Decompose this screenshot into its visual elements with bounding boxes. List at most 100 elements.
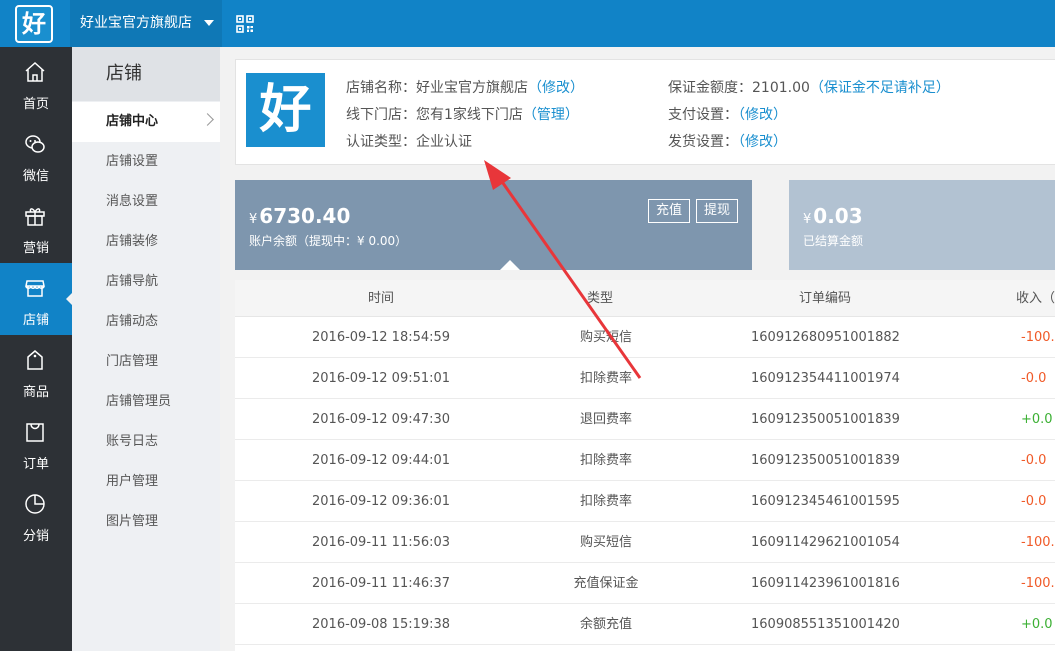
store-switcher-label: 好业宝官方旗舰店: [80, 15, 192, 31]
nav-item-marketing[interactable]: 营销: [0, 191, 72, 263]
nav-item-store[interactable]: 店铺: [0, 263, 72, 335]
subnav-title: 店铺: [72, 47, 220, 101]
edit-payment-link[interactable]: （修改）: [738, 107, 787, 123]
cell-income: -0.0: [1021, 371, 1047, 386]
cell-type: 扣除费率: [579, 453, 632, 468]
top-up-deposit-link[interactable]: （保证金不足请补足）: [810, 80, 950, 96]
edit-store-name-link[interactable]: （修改）: [528, 80, 584, 96]
store-name-value: 好业宝官方旗舰店: [416, 80, 528, 96]
offline-store-value: 您有1家线下门店: [416, 107, 523, 123]
qr-code-icon[interactable]: [236, 15, 254, 33]
cert-type-value: 企业认证: [416, 134, 472, 150]
nav-item-wechat[interactable]: 微信: [0, 119, 72, 191]
main-content: 好 店铺名称：好业宝官方旗舰店（修改） 线下门店：您有1家线下门店（管理） 认证…: [220, 47, 1055, 651]
nav-item-label: 订单: [22, 457, 49, 472]
cell-type: 购买短信: [579, 535, 632, 550]
cell-type: 扣除费率: [579, 371, 632, 386]
subnav-item-outlet-management[interactable]: 门店管理: [72, 342, 220, 382]
store-info-card: 好 店铺名称：好业宝官方旗舰店（修改） 线下门店：您有1家线下门店（管理） 认证…: [235, 59, 1055, 165]
column-header-income: 收入（元: [1016, 291, 1055, 306]
gift-icon: [25, 208, 45, 226]
column-header-time: 时间: [368, 291, 395, 306]
app-logo[interactable]: 好: [15, 5, 53, 43]
subnav-item-account-log[interactable]: 账号日志: [72, 422, 220, 462]
order-icon: [26, 423, 44, 442]
deposit-value: 2101.00: [752, 80, 810, 96]
subnav-item-store-decoration[interactable]: 店铺装修: [72, 222, 220, 262]
subnav-item-store-news[interactable]: 店铺动态: [72, 302, 220, 342]
subnav-item-label: 门店管理: [106, 354, 159, 369]
table-row: 2016-09-08 15:19:38 余额充值 16090855135100142…: [235, 604, 1055, 645]
currency-symbol: ¥: [249, 212, 258, 227]
nav-item-label: 首页: [22, 97, 49, 112]
cert-type-row: 认证类型：企业认证: [346, 131, 472, 151]
manage-offline-store-link[interactable]: （管理）: [523, 107, 579, 123]
subnav-item-image-management[interactable]: 图片管理: [72, 502, 220, 542]
chevron-right-icon: [201, 113, 214, 126]
subnav-item-store-admins[interactable]: 店铺管理员: [72, 382, 220, 422]
table-row: 2016-09-12 09:36:01 扣除费率 16091234546100159…: [235, 481, 1055, 522]
cell-order-number: 160912350051001839: [751, 412, 900, 427]
shipping-settings-row: 发货设置：（修改）: [668, 131, 787, 151]
offline-store-label: 线下门店：: [346, 107, 416, 123]
subnav-item-label: 店铺装修: [106, 234, 159, 249]
payment-settings-label: 支付设置：: [668, 107, 738, 123]
main-nav: 首页 微信 营销 店铺 商品 订单 分销: [0, 47, 72, 651]
edit-shipping-link[interactable]: （修改）: [738, 134, 787, 150]
cell-order-number: 160912680951001882: [751, 330, 900, 345]
home-icon: [25, 61, 45, 82]
table-row: 2016-09-12 09:44:01 扣除费率 16091235005100183…: [235, 440, 1055, 481]
active-card-pointer: [500, 260, 520, 270]
store-name-label: 店铺名称：: [346, 80, 416, 96]
subnav-item-store-center[interactable]: 店铺中心: [72, 102, 220, 142]
nav-item-label: 商品: [22, 385, 49, 400]
cell-order-number: 160911429621001054: [751, 535, 900, 550]
nav-item-orders[interactable]: 订单: [0, 407, 72, 479]
settled-value: 0.03: [813, 204, 863, 228]
table-row: 2016-09-12 18:54:59 购买短信 16091268095100188…: [235, 317, 1055, 358]
deposit-row: 保证金额度：2101.00（保证金不足请补足）: [668, 77, 950, 97]
cell-time: 2016-09-08 15:19:38: [312, 617, 451, 632]
cell-income: -0.0: [1021, 453, 1047, 468]
subnav-item-label: 店铺动态: [106, 314, 159, 329]
subnav-item-label: 图片管理: [106, 514, 159, 529]
nav-item-label: 店铺: [22, 313, 49, 328]
table-row: 2016-09-11 11:46:37 充值保证金 1609114239610018…: [235, 563, 1055, 604]
shipping-settings-label: 发货设置：: [668, 134, 738, 150]
store-icon: [25, 280, 45, 297]
cell-income: -100.: [1021, 535, 1055, 550]
cell-time: 2016-09-11 11:46:37: [312, 576, 451, 591]
cell-order-number: 160912345461001595: [751, 494, 900, 509]
subnav-item-store-settings[interactable]: 店铺设置: [72, 142, 220, 182]
payment-settings-row: 支付设置：（修改）: [668, 104, 787, 124]
store-switcher[interactable]: 好业宝官方旗舰店: [70, 0, 222, 47]
cell-income: -100.: [1021, 330, 1055, 345]
cell-income: +0.0: [1021, 617, 1053, 632]
subnav-item-store-navigation[interactable]: 店铺导航: [72, 262, 220, 302]
subnav-item-label: 消息设置: [106, 194, 159, 209]
cell-order-number: 160908551351001420: [751, 617, 900, 632]
settled-amount-card[interactable]: ¥0.03 已结算金额: [789, 180, 1055, 270]
table-row: 2016-09-11 11:56:03 购买短信 16091142962100105…: [235, 522, 1055, 563]
subnav-item-user-management[interactable]: 用户管理: [72, 462, 220, 502]
balance-caption: 账户余额（提现中：¥ 0.00）: [249, 234, 408, 248]
cell-order-number: 160912350051001839: [751, 453, 900, 468]
table-row: 2016-09-12 09:51:01 扣除费率 16091235441100197…: [235, 358, 1055, 399]
offline-store-row: 线下门店：您有1家线下门店（管理）: [346, 104, 579, 124]
recharge-button[interactable]: 充值: [648, 199, 691, 223]
subnav-item-message-settings[interactable]: 消息设置: [72, 182, 220, 222]
nav-item-home[interactable]: 首页: [0, 47, 72, 119]
deposit-label: 保证金额度：: [668, 80, 752, 96]
product-icon: [27, 350, 43, 370]
subnav-item-label: 用户管理: [106, 474, 159, 489]
nav-item-distribution[interactable]: 分销: [0, 479, 72, 551]
store-logo: 好: [246, 73, 325, 147]
withdraw-button[interactable]: 提现: [696, 199, 739, 223]
nav-item-products[interactable]: 商品: [0, 335, 72, 407]
currency-symbol: ¥: [803, 212, 812, 227]
cell-time: 2016-09-12 09:47:30: [312, 412, 451, 427]
subnav-item-label: 店铺中心: [106, 114, 159, 129]
cell-type: 余额充值: [579, 617, 632, 632]
subnav-item-label: 店铺管理员: [106, 394, 172, 409]
cell-time: 2016-09-12 09:44:01: [312, 453, 451, 468]
